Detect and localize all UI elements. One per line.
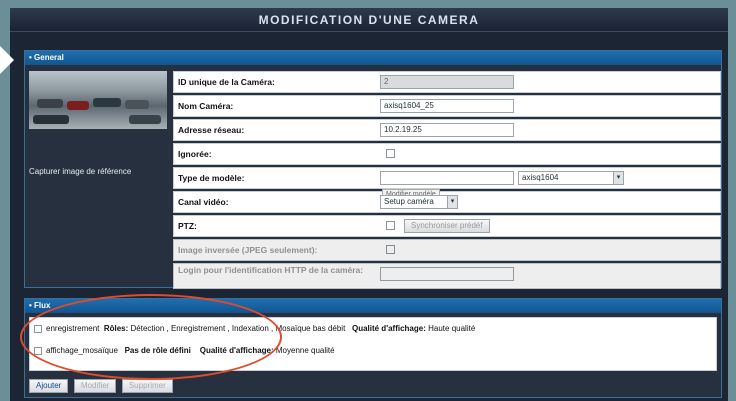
login-label: Login pour l'identification HTTP de la c… <box>178 265 364 275</box>
flux-quality-value: Moyenne qualité <box>275 346 335 355</box>
general-panel: • General Capturer image de référence ID… <box>24 50 722 291</box>
ignored-checkbox[interactable] <box>386 149 395 158</box>
invert-label: Image inversée (JPEG seulement): <box>178 245 318 255</box>
id-label: ID unique de la Caméra: <box>178 77 275 87</box>
ignored-label: Ignorée: <box>178 149 212 159</box>
id-field: 2 <box>380 75 514 89</box>
row-ignored: Ignorée: <box>173 143 721 165</box>
row-channel: Canal vidéo: Modifier modèle Setup camér… <box>173 189 721 213</box>
flux-quality-value: Haute qualité <box>428 324 476 333</box>
flux-buttons: Ajouter Modifier Supprimer <box>29 379 176 393</box>
name-label: Nom Caméra: <box>178 101 234 111</box>
address-label: Adresse réseau: <box>178 125 245 135</box>
row-id: ID unique de la Caméra: 2 <box>173 71 721 93</box>
row-ptz: PTZ: Synchroniser prédéf <box>173 215 721 237</box>
general-panel-header[interactable]: • General <box>25 51 721 65</box>
highlight-ellipse <box>20 294 282 380</box>
camera-name-field[interactable]: axisq1604_25 <box>380 99 514 113</box>
capture-reference-image-link[interactable]: Capturer image de référence <box>29 167 171 176</box>
model-select[interactable]: axisq1604 ▾ <box>518 171 624 185</box>
login-field[interactable] <box>380 267 514 281</box>
row-name: Nom Caméra: axisq1604_25 <box>173 95 721 117</box>
model-select-value: axisq1604 <box>522 173 559 182</box>
chevron-down-icon: ▾ <box>447 196 457 208</box>
model-label: Type de modèle: <box>178 173 245 183</box>
video-channel-select-value: Setup caméra <box>384 197 434 206</box>
row-address: Adresse réseau: 10.2.19.25 <box>173 119 721 141</box>
row-login: Login pour l'identification HTTP de la c… <box>173 263 721 289</box>
chevron-down-icon: ▾ <box>613 172 623 184</box>
ptz-label: PTZ: <box>178 221 197 231</box>
video-channel-select[interactable]: Setup caméra ▾ <box>380 195 458 209</box>
add-flux-button[interactable]: Ajouter <box>29 379 69 393</box>
invert-checkbox[interactable] <box>386 245 395 254</box>
flux-quality-label: Qualité d'affichage: <box>351 324 426 333</box>
camera-reference-image <box>29 71 167 129</box>
row-invert: Image inversée (JPEG seulement): <box>173 239 721 261</box>
row-model: Type de modèle: axisq1604 ▾ <box>173 167 721 189</box>
model-input[interactable] <box>380 171 514 185</box>
sync-presets-button[interactable]: Synchroniser prédéf <box>404 219 490 233</box>
pointer-arrow-icon <box>0 46 14 74</box>
page-title: MODIFICATION D'UNE CAMERA <box>10 8 728 32</box>
delete-flux-button[interactable]: Supprimer <box>121 379 173 393</box>
modify-flux-button[interactable]: Modifier <box>73 379 117 393</box>
channel-label: Canal vidéo: <box>178 197 229 207</box>
ptz-checkbox[interactable] <box>386 221 395 230</box>
camera-form: ID unique de la Caméra: 2 Nom Caméra: ax… <box>173 71 721 291</box>
network-address-field[interactable]: 10.2.19.25 <box>380 123 514 137</box>
